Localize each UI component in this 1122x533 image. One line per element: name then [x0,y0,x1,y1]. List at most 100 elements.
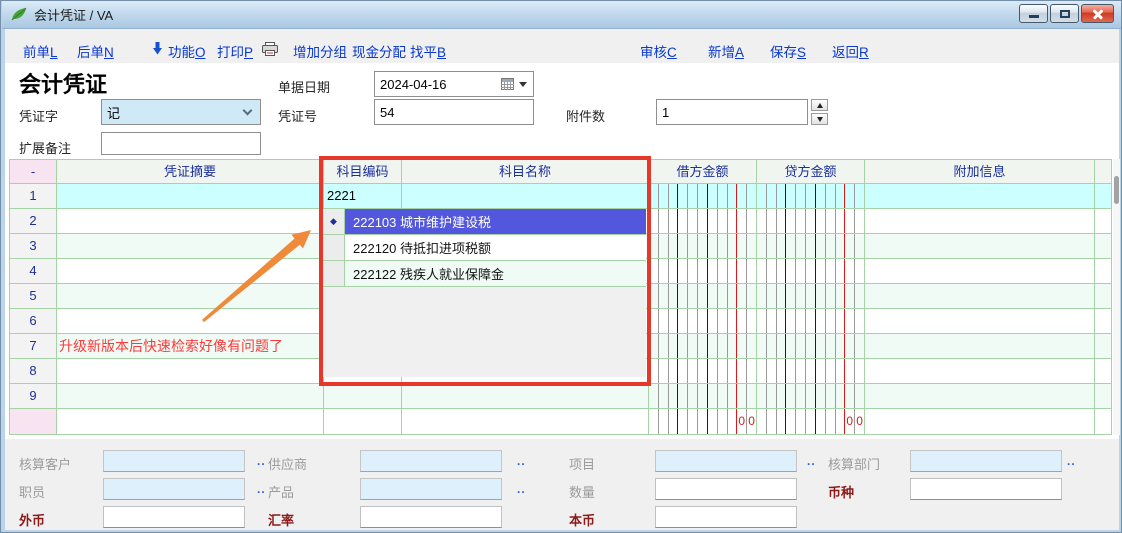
cell-debit[interactable] [649,209,757,234]
cell-extra[interactable] [865,209,1095,234]
cell-credit[interactable] [757,384,865,409]
toolbar-next-button[interactable]: 后单N [77,41,114,61]
dropdown-item[interactable]: 222122 残疾人就业保障金 [323,261,646,287]
close-button[interactable] [1081,4,1114,23]
employee-lookup-button[interactable]: .. [257,482,266,496]
row-number-cell[interactable]: 6 [10,309,57,334]
cell-credit[interactable] [757,209,865,234]
cell-summary[interactable] [57,209,324,234]
voucher-no-input[interactable]: 54 [374,99,534,125]
cell-credit[interactable] [757,284,865,309]
cell-extra[interactable] [865,234,1095,259]
row-number-cell[interactable]: 4 [10,259,57,284]
cell-name[interactable] [402,384,649,409]
voucher-word-select[interactable]: 记 [101,99,261,125]
cell-extra[interactable] [865,359,1095,384]
cell-debit[interactable] [649,359,757,384]
row-number-cell[interactable]: 9 [10,384,57,409]
foreign-amount-input[interactable] [103,506,245,528]
toolbar-new-button[interactable]: 新增A [708,41,744,61]
cell-summary[interactable] [57,234,324,259]
cell-credit[interactable] [757,309,865,334]
exchange-rate-input[interactable] [360,506,502,528]
cell-spare[interactable] [1095,384,1112,409]
cell-credit[interactable] [757,359,865,384]
cell-spare[interactable] [1095,184,1112,209]
toolbar-return-button[interactable]: 返回R [832,41,869,61]
cell-debit[interactable] [649,309,757,334]
cell-summary[interactable] [57,259,324,284]
row-number-cell[interactable]: 1 [10,184,57,209]
account-code-editor[interactable]: 2221 [324,184,402,209]
row-number-cell[interactable]: 2 [10,209,57,234]
stepper-down-button[interactable] [811,113,828,125]
dropdown-item[interactable]: 222120 待抵扣进项税额 [323,235,646,261]
cell-debit[interactable] [649,259,757,284]
cell-summary[interactable] [57,384,324,409]
row-number-cell[interactable] [10,409,57,435]
dropdown-item-selected[interactable]: ◆ 222103 城市维护建设税 [323,209,646,235]
cell-summary[interactable] [57,359,324,384]
quantity-input[interactable] [655,478,797,500]
cell-debit[interactable] [649,284,757,309]
product-input[interactable] [360,478,502,500]
calendar-icon[interactable] [501,78,514,90]
supplier-lookup-button[interactable]: .. [517,454,526,468]
memo-input[interactable] [101,132,261,155]
maximize-button[interactable] [1050,4,1079,23]
cell-spare[interactable] [1095,284,1112,309]
date-input[interactable]: 2024-04-16 [374,71,534,97]
minimize-button[interactable] [1019,4,1048,23]
printer-icon[interactable] [262,42,279,61]
cell-summary[interactable] [57,284,324,309]
toolbar-print-button[interactable]: 打印P [217,41,253,61]
cell-debit[interactable] [649,384,757,409]
cell-spare[interactable] [1095,259,1112,284]
cell-debit[interactable] [649,234,757,259]
cell-debit[interactable] [649,184,757,209]
row-number-cell[interactable]: 8 [10,359,57,384]
date-dropdown-arrow-icon[interactable] [519,82,527,87]
row-number-cell[interactable]: 7 [10,334,57,359]
cell-spare[interactable] [1095,334,1112,359]
toolbar-save-button[interactable]: 保存S [770,41,806,61]
stepper-up-button[interactable] [811,99,828,111]
attachments-input[interactable]: 1 [656,99,808,125]
cell-code[interactable] [324,384,402,409]
customer-lookup-button[interactable]: .. [257,454,266,468]
cell-credit[interactable] [757,234,865,259]
toolbar-prev-button[interactable]: 前单L [23,41,58,61]
cell-spare[interactable] [1095,209,1112,234]
customer-input[interactable] [103,450,245,472]
cell-extra[interactable] [865,384,1095,409]
cell-spare[interactable] [1095,234,1112,259]
project-input[interactable] [655,450,797,472]
row-number-cell[interactable]: 3 [10,234,57,259]
cell-extra[interactable] [865,284,1095,309]
toolbar-balance-button[interactable]: 找平B [410,41,446,61]
department-input[interactable] [910,450,1062,472]
cell-spare[interactable] [1095,309,1112,334]
row-number-cell[interactable]: 5 [10,284,57,309]
supplier-input[interactable] [360,450,502,472]
toolbar-audit-button[interactable]: 审核C [640,41,677,61]
toolbar-cash-allocate-button[interactable]: 现金分配 [352,41,406,61]
product-lookup-button[interactable]: .. [517,482,526,496]
cell-extra[interactable] [865,334,1095,359]
department-lookup-button[interactable]: .. [1067,454,1076,468]
toolbar-add-group-button[interactable]: 增加分组 [293,41,347,61]
local-amount-input[interactable] [655,506,797,528]
scrollbar-thumb[interactable] [1114,176,1119,204]
cell-extra[interactable] [865,184,1095,209]
cell-summary[interactable]: 升级新版本后快速检索好像有问题了 [57,334,324,359]
cell-summary[interactable] [57,309,324,334]
cell-credit[interactable] [757,334,865,359]
cell-extra[interactable] [865,259,1095,284]
cell-extra[interactable] [865,309,1095,334]
toolbar-function-button[interactable]: 功能O [168,41,206,61]
cell-debit[interactable] [649,334,757,359]
cell-credit[interactable] [757,259,865,284]
function-down-arrow-icon[interactable] [152,42,163,60]
employee-input[interactable] [103,478,245,500]
cell-summary[interactable] [57,184,324,209]
